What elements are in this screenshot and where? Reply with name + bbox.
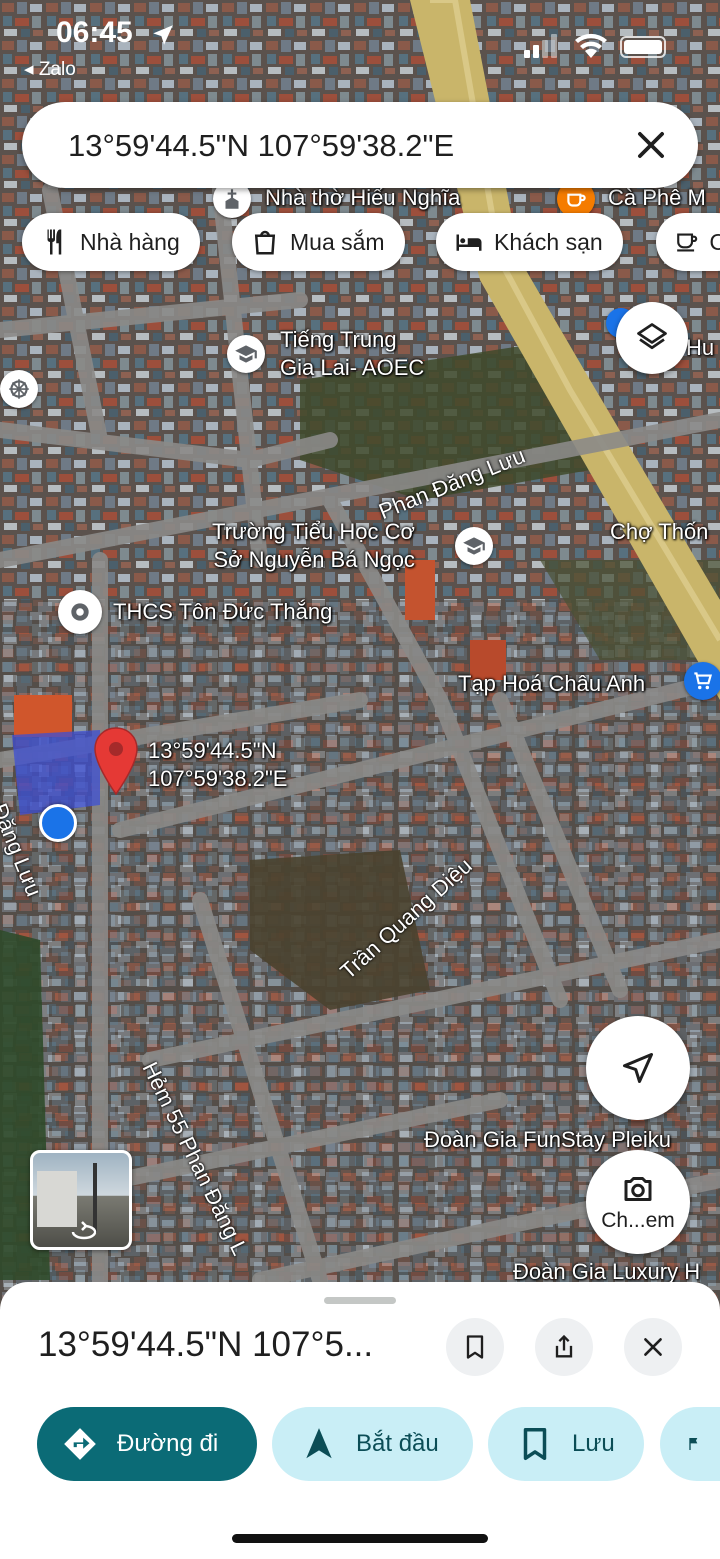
directions-icon	[64, 1428, 96, 1460]
place-chinese-school-label[interactable]: Tiếng Trung Gia Lai- AOEC	[280, 326, 424, 381]
action-label: Bắt đầu	[356, 1430, 439, 1457]
save-button[interactable]: Lưu	[488, 1407, 644, 1481]
chip-label: Nhà hàng	[80, 228, 180, 255]
layers-button[interactable]	[616, 302, 688, 374]
battery-icon	[620, 36, 666, 58]
location-arrow-icon	[153, 25, 173, 45]
chip-hotels[interactable]: Khách sạn	[436, 213, 623, 271]
layers-icon	[637, 323, 667, 350]
home-indicator[interactable]	[232, 1534, 488, 1543]
pin-circle-icon[interactable]	[58, 590, 102, 634]
bookmark-icon	[466, 1335, 484, 1359]
shopping-bag-icon	[254, 230, 276, 255]
shopping-cart-icon[interactable]	[684, 662, 720, 700]
chip-restaurants[interactable]: Nhà hàng	[22, 213, 200, 271]
coffee-icon	[677, 233, 698, 252]
chip-label: Khách sạn	[494, 228, 603, 255]
chip-shopping[interactable]: Mua sắm	[232, 213, 405, 271]
school-icon[interactable]	[227, 335, 265, 373]
my-location-button[interactable]	[586, 1016, 690, 1120]
street-view-thumbnail[interactable]	[30, 1150, 132, 1250]
share-icon	[555, 1334, 573, 1358]
navigation-icon	[306, 1428, 332, 1459]
navigation-arrow-icon	[623, 1053, 653, 1083]
place-market-label[interactable]: Chợ Thốn	[610, 518, 708, 546]
action-label: Đường đi	[117, 1430, 219, 1457]
location-pin-icon[interactable]	[92, 726, 140, 798]
share-button[interactable]	[535, 1318, 593, 1376]
place-primary-school-label[interactable]: Trường Tiểu Học Cơ Sở Nguyễn Bá Ngọc	[212, 518, 415, 573]
search-bar[interactable]: 13°59'44.5"N 107°59'38.2"E	[22, 102, 698, 188]
restaurant-icon	[47, 229, 62, 255]
start-button[interactable]: Bắt đầu	[272, 1407, 473, 1481]
building-shape	[37, 1171, 77, 1227]
wifi-icon	[575, 33, 607, 58]
close-icon[interactable]	[632, 126, 670, 164]
close-sheet-button[interactable]	[624, 1318, 682, 1376]
rotate-icon	[71, 1221, 97, 1240]
close-icon	[644, 1338, 662, 1356]
place-shop-label[interactable]: Tạp Hoá Châu Anh	[458, 670, 645, 698]
lens-button[interactable]: Ch...em	[586, 1150, 690, 1254]
flag-icon	[689, 1438, 698, 1450]
label-button[interactable]	[660, 1407, 720, 1481]
camera-search-icon	[624, 1177, 652, 1201]
my-location-dot	[39, 804, 77, 842]
sheet-title: 13°59'44.5"N 107°5...	[38, 1325, 374, 1364]
bookmark-icon	[523, 1428, 547, 1460]
chip-label: C	[709, 228, 720, 255]
pin-coordinates-label: 13°59'44.5"N 107°59'38.2"E	[148, 738, 288, 791]
place-church-label[interactable]: Nhà thờ Hiếu Nghĩa	[265, 184, 460, 212]
place-thcs-label[interactable]: THCS Tôn Đức Thắng	[113, 598, 332, 626]
school-icon-2[interactable]	[455, 527, 493, 565]
cellular-signal-icon	[524, 34, 557, 58]
search-query[interactable]: 13°59'44.5"N 107°59'38.2"E	[68, 128, 454, 164]
sheet-drag-handle[interactable]	[324, 1297, 396, 1304]
back-to-app-link[interactable]: ◂ Zalo	[24, 58, 76, 81]
hotel-bed-icon	[456, 234, 482, 251]
temple-icon[interactable]	[0, 370, 38, 408]
status-bar: 06:45 ◂ Zalo	[0, 0, 720, 90]
clock: 06:45	[56, 16, 133, 49]
place-top-right-b[interactable]: Hu	[686, 334, 714, 362]
chip-label: Mua sắm	[290, 228, 385, 255]
save-icon-button[interactable]	[446, 1318, 504, 1376]
action-label: Lưu	[572, 1430, 615, 1457]
chip-coffee[interactable]: C	[656, 213, 720, 271]
directions-button[interactable]: Đường đi	[37, 1407, 257, 1481]
place-sheet[interactable]: 13°59'44.5"N 107°5... Đường đi Bắt đầu L…	[0, 1282, 720, 1559]
lens-label: Ch...em	[601, 1209, 675, 1232]
place-cafe-label[interactable]: Cà Phê M	[608, 184, 706, 212]
